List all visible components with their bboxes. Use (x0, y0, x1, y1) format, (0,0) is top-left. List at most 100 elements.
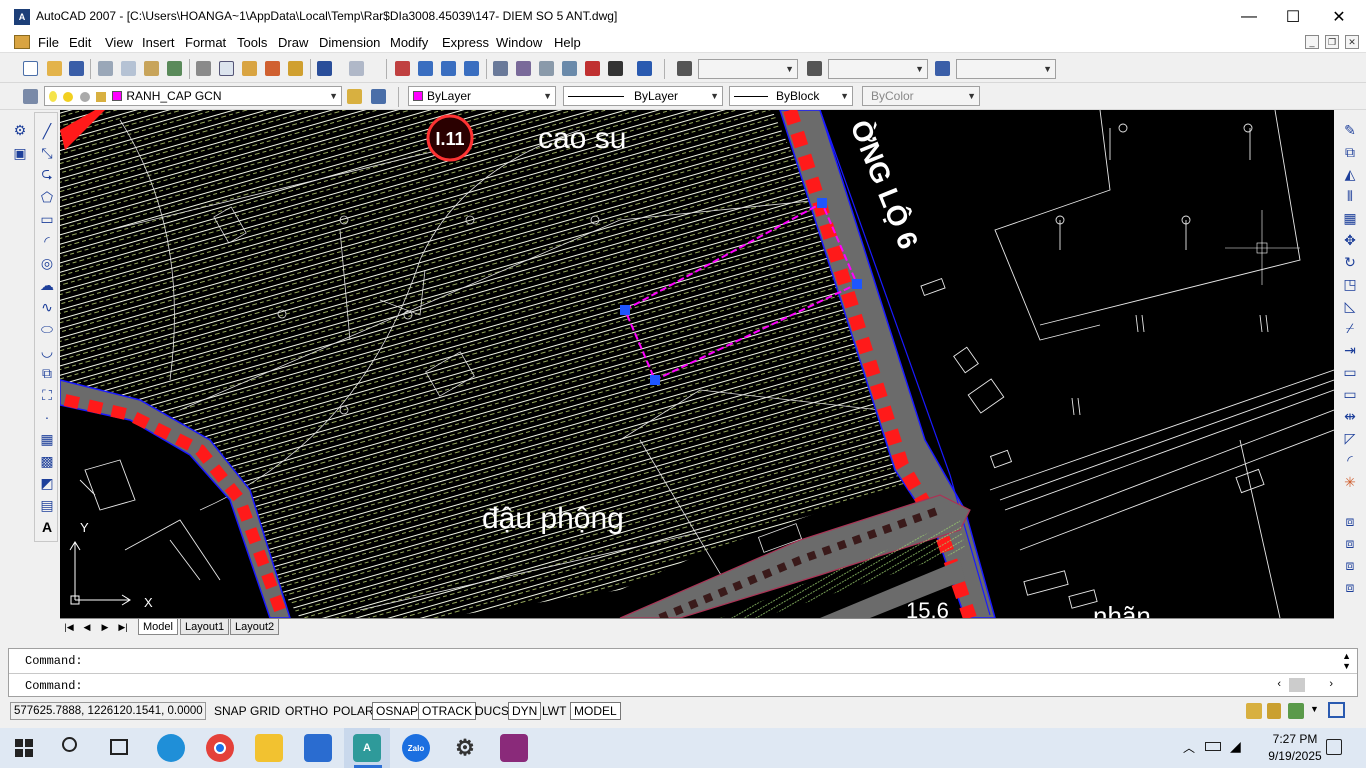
ducs-toggle[interactable]: DUCS (471, 702, 513, 720)
dyn-toggle[interactable]: DYN (508, 702, 542, 720)
undo-icon[interactable] (314, 58, 334, 78)
rectangle-icon[interactable]: ▭ (37, 209, 57, 229)
ellipse-arc-icon[interactable]: ◡ (37, 341, 57, 361)
copy-object-icon[interactable]: ⧉ (1340, 142, 1360, 162)
rotate-icon[interactable]: ↻ (1340, 252, 1360, 272)
make-object-layer-current-icon[interactable] (344, 86, 364, 106)
first-tab-button[interactable]: |◀ (62, 620, 76, 634)
block-editor-icon[interactable] (285, 58, 305, 78)
tab-model[interactable]: Model (138, 619, 178, 635)
autocad-taskbar-icon[interactable]: A (353, 734, 381, 762)
command-prompt-line[interactable]: Command: (25, 679, 83, 693)
grip-point[interactable] (650, 375, 660, 385)
make-block-icon[interactable]: ⛶ (37, 385, 57, 405)
scale-icon[interactable]: ◳ (1340, 274, 1360, 294)
sheet-set-icon[interactable] (559, 58, 579, 78)
dim-style-dropdown[interactable]: ▼ (828, 59, 928, 79)
dwf-icon[interactable] (164, 58, 184, 78)
grip-point[interactable] (852, 279, 862, 289)
revision-cloud-icon[interactable]: ☁ (37, 275, 57, 295)
winrar-icon[interactable] (500, 734, 528, 762)
tab-layout1[interactable]: Layout1 (180, 619, 230, 635)
next-tab-button[interactable]: ▶ (98, 620, 112, 634)
color-dropdown[interactable]: ByLayer ▼ (408, 86, 556, 106)
file-explorer-icon[interactable] (255, 734, 283, 762)
zalo-icon[interactable]: Zalo (402, 734, 430, 762)
copy-icon[interactable] (216, 58, 236, 78)
properties-icon[interactable] (490, 58, 510, 78)
linetype-dropdown[interactable]: ByLayer ▼ (563, 86, 723, 106)
open-icon[interactable] (44, 58, 64, 78)
publish-icon[interactable] (141, 58, 161, 78)
otrack-toggle[interactable]: OTRACK (418, 702, 477, 720)
stretch-icon[interactable]: ◺ (1340, 296, 1360, 316)
menu-file[interactable]: File (36, 35, 61, 50)
clean-screen-icon[interactable] (1328, 702, 1345, 718)
menu-draw[interactable]: Draw (276, 35, 310, 50)
grid-toggle[interactable]: GRID (246, 702, 284, 720)
chamfer-icon[interactable]: ◸ (1340, 428, 1360, 448)
menu-tools[interactable]: Tools (235, 35, 269, 50)
cut-icon[interactable] (193, 58, 213, 78)
minimize-button[interactable]: — (1226, 0, 1272, 33)
point-icon[interactable]: · (37, 407, 57, 427)
battery-icon[interactable] (1205, 742, 1221, 751)
design-center-icon[interactable] (513, 58, 533, 78)
table-icon[interactable]: ▤ (37, 495, 57, 515)
explode-icon[interactable]: ✳ (1340, 472, 1360, 492)
arc-icon[interactable]: ◜ (37, 231, 57, 251)
bring-above-icon[interactable]: ⧈ (1340, 555, 1360, 575)
notification-icon[interactable] (1326, 739, 1342, 755)
paste-icon[interactable] (239, 58, 259, 78)
polar-toggle[interactable]: POLAR (329, 702, 378, 720)
tab-layout2[interactable]: Layout2 (230, 619, 280, 635)
maximize-button[interactable]: ☐ (1270, 0, 1316, 33)
menu-help[interactable]: Help (552, 35, 583, 50)
erase-icon[interactable]: ✎ (1340, 120, 1360, 140)
array-icon[interactable]: ▦ (1340, 208, 1360, 228)
drawing-canvas[interactable]: Y X I.11 cao su ỜNG LỘ 6 đậu phộng 15.6 … (60, 110, 1334, 618)
circle-icon[interactable]: ◎ (37, 253, 57, 273)
mdi-close-button[interactable]: ✕ (1345, 35, 1359, 49)
zoom-previous-icon[interactable] (461, 58, 481, 78)
break-icon[interactable]: ▭ (1340, 384, 1360, 404)
tool-palettes-icon[interactable] (536, 58, 556, 78)
clock[interactable]: 7:27 PM 9/19/2025 (1265, 731, 1325, 765)
settings-gear-icon[interactable]: ⚙ (451, 734, 479, 762)
hscroll-left-icon[interactable]: ‹ (1277, 678, 1281, 690)
communication-center-icon[interactable] (1246, 703, 1262, 719)
help-icon[interactable] (634, 58, 654, 78)
save-icon[interactable] (66, 58, 86, 78)
close-button[interactable]: ✕ (1316, 0, 1362, 33)
scroll-up-icon[interactable]: ▲ (1342, 651, 1351, 661)
table-style-icon[interactable] (932, 58, 952, 78)
print-icon[interactable] (95, 58, 115, 78)
text-style-dropdown[interactable]: ▼ (698, 59, 798, 79)
command-window[interactable]: Command: Command: ▲ ▼ ‹ › (8, 648, 1358, 697)
lineweight-dropdown[interactable]: ByBlock ▼ (729, 86, 853, 106)
grip-point[interactable] (817, 198, 827, 208)
edge-icon[interactable] (157, 734, 185, 762)
menu-edit[interactable]: Edit (67, 35, 93, 50)
trim-icon[interactable]: ⌿ (1340, 318, 1360, 338)
menu-view[interactable]: View (103, 35, 135, 50)
break-at-point-icon[interactable]: ▭ (1340, 362, 1360, 382)
layer-previous-icon[interactable] (368, 86, 388, 106)
status-menu-icon[interactable]: ▼ (1310, 704, 1319, 714)
insert-block-icon[interactable]: ⧉ (37, 363, 57, 383)
mdi-minimize-button[interactable]: _ (1305, 35, 1319, 49)
search-icon[interactable] (62, 737, 77, 752)
zoom-realtime-icon[interactable] (415, 58, 435, 78)
menu-format[interactable]: Format (183, 35, 228, 50)
table-style-dropdown[interactable]: ▼ (956, 59, 1056, 79)
join-icon[interactable]: ⇹ (1340, 406, 1360, 426)
wifi-icon[interactable]: ◢ (1230, 738, 1241, 755)
bring-to-front-icon[interactable]: ⧈ (1340, 511, 1360, 531)
lwt-toggle[interactable]: LWT (538, 702, 570, 720)
extend-icon[interactable]: ⇥ (1340, 340, 1360, 360)
windows-start-icon[interactable] (15, 739, 33, 757)
autocad-app-icon[interactable]: A (14, 9, 30, 25)
text-style-icon[interactable] (674, 58, 694, 78)
markup-icon[interactable] (582, 58, 602, 78)
construction-line-icon[interactable]: ⤡ (37, 143, 57, 163)
